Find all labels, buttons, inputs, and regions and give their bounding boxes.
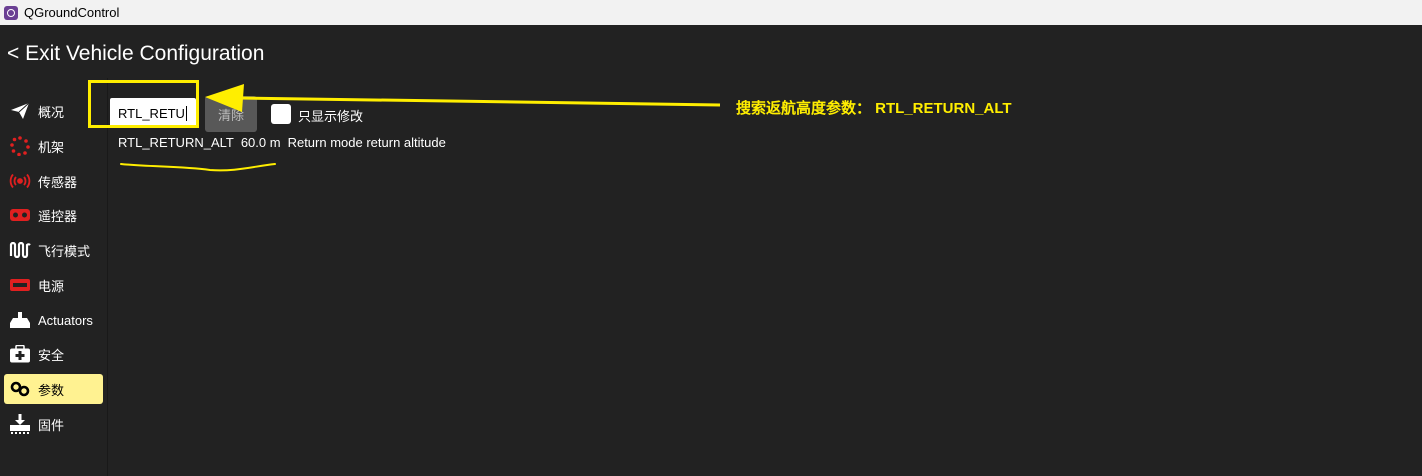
annotation-text: 搜索返航高度参数： RTL_RETURN_ALT xyxy=(736,100,1012,117)
clear-button[interactable]: 清除 xyxy=(205,96,257,132)
sidebar-item-label: 机架 xyxy=(38,139,65,155)
sidebar-item-firmware[interactable]: 固件 xyxy=(4,409,103,439)
sidebar-item-label: 固件 xyxy=(38,417,65,433)
firmware-icon xyxy=(9,414,31,434)
annotation-arrow-line xyxy=(239,96,721,107)
show-modified-checkbox[interactable] xyxy=(271,104,291,124)
sidebar-item-label: 飞行模式 xyxy=(38,243,91,259)
sidebar-item-label: 电源 xyxy=(38,278,65,294)
window-title: QGroundControl xyxy=(24,5,120,20)
sidebar-divider xyxy=(107,78,108,476)
sidebar-item-parameters[interactable]: 参数 xyxy=(4,374,103,404)
sidebar-item-label: 参数 xyxy=(38,382,65,398)
sidebar-item-flight-modes[interactable]: 飞行模式 xyxy=(4,235,103,265)
sidebar-item-label: 概况 xyxy=(38,104,65,120)
gears-icon xyxy=(9,379,31,399)
sidebar-item-label: Actuators xyxy=(38,312,93,328)
show-modified-label: 只显示修改 xyxy=(298,109,364,124)
param-name: RTL_RETURN_ALT xyxy=(118,135,234,150)
window-titlebar: QGroundControl xyxy=(0,0,1422,25)
first-aid-icon xyxy=(9,344,31,364)
param-description: Return mode return altitude xyxy=(287,135,446,150)
sidebar-item-power[interactable]: 电源 xyxy=(4,270,103,300)
sidebar-item-label: 传感器 xyxy=(38,174,78,190)
annotation-highlight-box xyxy=(88,80,199,128)
exit-vehicle-config-button[interactable]: < Exit Vehicle Configuration xyxy=(7,42,264,66)
annotation-overlay xyxy=(120,84,721,172)
annotation-underline xyxy=(120,163,276,172)
airframe-dots-icon xyxy=(9,136,31,156)
table-row[interactable]: RTL_RETURN_ALT 60.0 m Return mode return… xyxy=(118,135,446,150)
sidebar-item-safety[interactable]: 安全 xyxy=(4,339,103,369)
paper-plane-icon xyxy=(9,101,31,121)
sidebar-item-actuators[interactable]: Actuators xyxy=(4,305,103,335)
waveform-icon xyxy=(9,240,31,260)
sidebar-item-label: 安全 xyxy=(38,347,65,363)
actuator-icon xyxy=(9,310,31,330)
battery-icon xyxy=(9,275,31,295)
qgc-app-icon xyxy=(4,5,18,20)
sidebar-item-radio[interactable]: 遥控器 xyxy=(4,200,103,230)
radio-waves-icon xyxy=(9,171,31,191)
sidebar-item-airframe[interactable]: 机架 xyxy=(4,131,103,161)
gamepad-icon xyxy=(9,205,31,225)
sidebar-item-sensors[interactable]: 传感器 xyxy=(4,166,103,196)
sidebar-item-label: 遥控器 xyxy=(38,208,78,224)
param-value: 60.0 m xyxy=(240,135,281,150)
